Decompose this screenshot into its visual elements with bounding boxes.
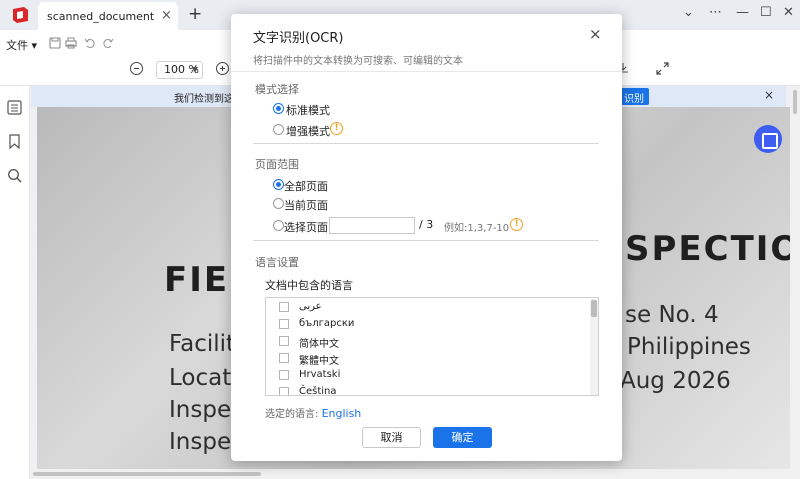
- print-icon[interactable]: [65, 37, 77, 49]
- minimize-icon[interactable]: —: [736, 5, 749, 20]
- divider: [253, 143, 599, 144]
- vertical-scrollbar[interactable]: [791, 86, 800, 479]
- undo-icon[interactable]: [84, 37, 96, 49]
- language-name: 繁體中文: [299, 356, 339, 367]
- info-icon[interactable]: !: [510, 218, 523, 231]
- more-icon[interactable]: ⋯: [709, 5, 722, 20]
- zoom-out-icon[interactable]: [130, 62, 143, 75]
- selected-language-value: English: [321, 407, 362, 420]
- page-example: 例如:1,3,7-10: [444, 223, 510, 234]
- radio-label[interactable]: 增强模式: [286, 123, 330, 139]
- language-list[interactable]: عربى български 简体中文 繁體中文 Hrvatski Češtin…: [265, 297, 599, 396]
- radio-enhanced-mode[interactable]: [273, 124, 284, 135]
- language-checkbox[interactable]: [279, 319, 289, 329]
- document-tab[interactable]: scanned_document ×: [38, 2, 178, 30]
- list-item[interactable]: Hrvatski: [266, 367, 586, 384]
- language-section-title: 语言设置: [255, 256, 299, 269]
- language-name: 简体中文: [299, 339, 339, 350]
- radio-all-pages[interactable]: [273, 179, 284, 190]
- selected-language-label: 选定的语言:: [265, 409, 319, 420]
- redo-icon[interactable]: [102, 37, 114, 49]
- doc-line: Inspe: [169, 429, 232, 455]
- save-icon[interactable]: [49, 37, 61, 49]
- divider: [253, 240, 599, 241]
- horizontal-scrollbar[interactable]: [31, 469, 791, 479]
- thumbnails-icon[interactable]: [7, 100, 22, 115]
- list-item[interactable]: 简体中文: [266, 333, 586, 350]
- left-sidebar: [0, 86, 30, 479]
- page-range-input[interactable]: [329, 217, 415, 234]
- divider: [231, 71, 622, 72]
- ocr-float-button[interactable]: [754, 125, 782, 153]
- list-item[interactable]: 繁體中文: [266, 350, 586, 367]
- file-menu[interactable]: 文件 ▾: [6, 37, 37, 53]
- search-icon[interactable]: [7, 168, 22, 183]
- dialog-close-icon[interactable]: ×: [589, 25, 602, 43]
- tab-close-icon[interactable]: ×: [161, 8, 172, 23]
- language-checkbox[interactable]: [279, 370, 289, 380]
- chevron-down-icon: ▼: [191, 65, 198, 74]
- selected-language: 选定的语言: English: [265, 405, 361, 420]
- banner-ocr-button[interactable]: 识别: [619, 88, 649, 105]
- radio-current-page[interactable]: [273, 198, 284, 209]
- doc-line: se No. 4: [625, 302, 719, 328]
- dialog-title: 文字识别(OCR): [253, 31, 344, 46]
- doc-line: Philippines: [627, 334, 751, 360]
- language-name: Hrvatski: [299, 369, 341, 380]
- radio-label[interactable]: 全部页面: [284, 178, 328, 194]
- language-checkbox[interactable]: [279, 336, 289, 346]
- language-scrollbar[interactable]: [590, 299, 598, 395]
- radio-label[interactable]: 标准模式: [286, 102, 330, 118]
- language-checkbox[interactable]: [279, 353, 289, 363]
- language-checkbox[interactable]: [279, 302, 289, 312]
- app-logo-icon: [13, 7, 28, 23]
- language-checkbox[interactable]: [279, 387, 289, 395]
- mode-section-title: 模式选择: [255, 83, 299, 96]
- scroll-thumb[interactable]: [33, 472, 261, 476]
- language-name: Čeština: [299, 386, 337, 396]
- info-icon[interactable]: !: [330, 122, 343, 135]
- language-name: български: [299, 318, 355, 329]
- doc-line: Facilit: [169, 331, 236, 357]
- scroll-thumb[interactable]: [591, 300, 597, 317]
- zoom-in-icon[interactable]: [216, 62, 229, 75]
- chevron-down-icon[interactable]: ⌄: [683, 5, 694, 20]
- ok-button[interactable]: 确定: [433, 427, 492, 448]
- doc-line: Locat: [169, 365, 232, 391]
- ocr-dialog: 文字识别(OCR) 将扫描件中的文本转换为可搜索、可编辑的文本 × 模式选择 标…: [231, 14, 622, 461]
- doc-line: Inspe: [169, 397, 232, 423]
- list-item[interactable]: Čeština: [266, 384, 586, 396]
- doc-heading-left: FIE: [164, 260, 230, 300]
- doc-line: Aug 2026: [620, 368, 731, 394]
- radio-label[interactable]: 当前页面: [284, 197, 328, 213]
- radio-standard-mode[interactable]: [273, 103, 284, 114]
- window-close-icon[interactable]: ✕: [783, 5, 794, 20]
- language-name: عربى: [299, 301, 322, 312]
- radio-select-pages[interactable]: [273, 220, 284, 231]
- banner-close-icon[interactable]: ×: [764, 88, 774, 102]
- page-section-title: 页面范围: [255, 158, 299, 171]
- radio-label[interactable]: 选择页面: [284, 219, 328, 235]
- new-tab-icon[interactable]: +: [188, 4, 202, 24]
- tab-title: scanned_document: [47, 10, 155, 23]
- language-subtitle: 文档中包含的语言: [265, 279, 353, 292]
- fullscreen-icon[interactable]: [656, 62, 669, 75]
- list-item[interactable]: عربى: [266, 299, 586, 316]
- scroll-thumb[interactable]: [793, 90, 797, 114]
- cancel-button[interactable]: 取消: [362, 427, 421, 448]
- maximize-icon[interactable]: ☐: [760, 5, 772, 20]
- dialog-subtitle: 将扫描件中的文本转换为可搜索、可编辑的文本: [253, 56, 463, 67]
- list-item[interactable]: български: [266, 316, 586, 333]
- bookmark-icon[interactable]: [7, 134, 22, 149]
- page-total: / 3: [419, 218, 434, 231]
- doc-heading-right: SPECTIO: [625, 229, 790, 269]
- zoom-level-select[interactable]: 100 % ▼: [156, 61, 203, 79]
